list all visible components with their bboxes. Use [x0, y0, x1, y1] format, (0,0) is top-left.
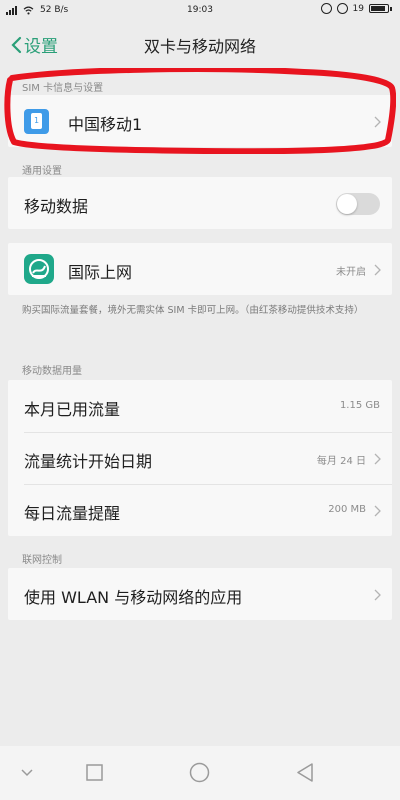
usage-value: 每月 24 日 [316, 456, 366, 467]
mobile-data-label: 移动数据 [24, 197, 89, 216]
home-button[interactable] [189, 762, 210, 783]
mobile-data-toggle[interactable] [336, 193, 380, 215]
status-right: 19 [320, 3, 392, 14]
annotation-circle [4, 68, 396, 154]
roaming-row[interactable]: 国际上网 未开启 [8, 243, 392, 295]
chevron-right-icon [374, 589, 381, 601]
mobile-data-row: 移动数据 [8, 177, 392, 229]
usage-value: 200 MB [328, 504, 366, 515]
chevron-right-icon [374, 505, 381, 517]
usage-row-daily-reminder[interactable]: 每日流量提醒 200 MB [8, 484, 392, 536]
battery-icon [369, 4, 389, 13]
nav-bar: 设置 双卡与移动网络 [0, 24, 400, 64]
usage-label: 本月已用流量 [24, 400, 121, 419]
status-bar: 52 B/s 19:03 19 [0, 0, 400, 22]
roaming-note: 购买国际流量套餐，境外无需实体 SIM 卡即可上网。（由红茶移动提供技术支持） [22, 305, 364, 316]
usage-row-start-date[interactable]: 流量统计开始日期 每月 24 日 [8, 432, 392, 484]
alarm-icon [336, 3, 348, 14]
back-nav-button[interactable] [296, 763, 314, 782]
section-label-network: 联网控制 [22, 555, 62, 566]
usage-value: 1.15 GB [339, 400, 380, 411]
section-label-usage: 移动数据用量 [22, 366, 82, 377]
usage-label: 流量统计开始日期 [24, 452, 153, 471]
recents-button[interactable] [86, 764, 103, 781]
globe-icon [24, 254, 54, 284]
battery-percent: 19 [352, 3, 364, 14]
chevron-right-icon [374, 264, 381, 276]
usage-card: 本月已用流量 1.15 GB 流量统计开始日期 每月 24 日 每日流量提醒 2… [8, 380, 392, 536]
network-apps-label: 使用 WLAN 与移动网络的应用 [24, 588, 243, 607]
battery-tip [390, 6, 392, 11]
roaming-label: 国际上网 [68, 263, 133, 282]
bottom-nav [0, 746, 400, 800]
usage-row-monthly[interactable]: 本月已用流量 1.15 GB [8, 380, 392, 432]
chevron-down-icon[interactable] [20, 768, 34, 778]
network-apps-row[interactable]: 使用 WLAN 与移动网络的应用 [8, 568, 392, 620]
chevron-right-icon [374, 453, 381, 465]
usage-label: 每日流量提醒 [24, 504, 121, 523]
section-label-general: 通用设置 [22, 166, 62, 177]
sync-icon [320, 3, 332, 14]
page-title: 双卡与移动网络 [143, 37, 256, 56]
roaming-status: 未开启 [336, 267, 366, 278]
